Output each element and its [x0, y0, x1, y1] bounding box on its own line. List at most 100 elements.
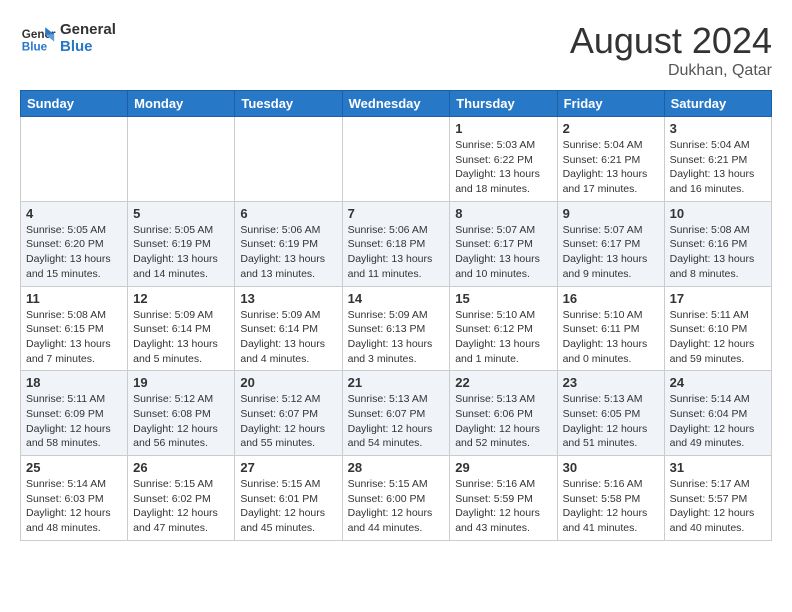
- day-number: 7: [348, 206, 445, 221]
- day-info: Sunrise: 5:15 AM Sunset: 6:00 PM Dayligh…: [348, 477, 445, 536]
- calendar-cell: 12 Sunrise: 5:09 AM Sunset: 6:14 PM Dayli…: [128, 286, 235, 371]
- calendar-cell: 20Sunrise: 5:12 AM Sunset: 6:07 PM Dayli…: [235, 371, 342, 456]
- weekday-header-row: SundayMondayTuesdayWednesdayThursdayFrid…: [21, 91, 772, 117]
- calendar-cell: [342, 117, 450, 202]
- calendar-cell: 15 Sunrise: 5:10 AM Sunset: 6:12 PM Dayli…: [450, 286, 557, 371]
- day-info: Sunrise: 5:09 AM Sunset: 6:14 PM Dayligh…: [133, 308, 229, 367]
- week-row-5: 25Sunrise: 5:14 AM Sunset: 6:03 PM Dayli…: [21, 456, 772, 541]
- calendar-cell: 22 Sunrise: 5:13 AM Sunset: 6:06 PM Dayli…: [450, 371, 557, 456]
- week-row-1: 1 Sunrise: 5:03 AM Sunset: 6:22 PM Daylig…: [21, 117, 772, 202]
- day-info: Sunrise: 5:15 AM Sunset: 6:01 PM Dayligh…: [240, 477, 336, 536]
- calendar-cell: [128, 117, 235, 202]
- day-info: Sunrise: 5:10 AM Sunset: 6:11 PM Dayligh…: [563, 308, 659, 367]
- calendar-cell: 14 Sunrise: 5:09 AM Sunset: 6:13 PM Dayli…: [342, 286, 450, 371]
- calendar-cell: 28Sunrise: 5:15 AM Sunset: 6:00 PM Dayli…: [342, 456, 450, 541]
- weekday-header-sunday: Sunday: [21, 91, 128, 117]
- day-info: Sunrise: 5:13 AM Sunset: 6:05 PM Dayligh…: [563, 392, 659, 451]
- day-number: 20: [240, 375, 336, 390]
- logo-icon: General Blue: [20, 20, 56, 56]
- day-number: 6: [240, 206, 336, 221]
- calendar-cell: 1 Sunrise: 5:03 AM Sunset: 6:22 PM Daylig…: [450, 117, 557, 202]
- day-info: Sunrise: 5:06 AM Sunset: 6:19 PM Dayligh…: [240, 223, 336, 282]
- day-number: 21: [348, 375, 445, 390]
- calendar-cell: 6 Sunrise: 5:06 AM Sunset: 6:19 PM Daylig…: [235, 201, 342, 286]
- day-info: Sunrise: 5:08 AM Sunset: 6:16 PM Dayligh…: [670, 223, 766, 282]
- day-number: 16: [563, 291, 659, 306]
- calendar-cell: 3Sunrise: 5:04 AM Sunset: 6:21 PM Daylig…: [664, 117, 771, 202]
- calendar-cell: 23 Sunrise: 5:13 AM Sunset: 6:05 PM Dayli…: [557, 371, 664, 456]
- day-info: Sunrise: 5:13 AM Sunset: 6:07 PM Dayligh…: [348, 392, 445, 451]
- day-number: 23: [563, 375, 659, 390]
- logo: General Blue General Blue: [20, 20, 116, 56]
- day-info: Sunrise: 5:12 AM Sunset: 6:08 PM Dayligh…: [133, 392, 229, 451]
- calendar-cell: 4Sunrise: 5:05 AM Sunset: 6:20 PM Daylig…: [21, 201, 128, 286]
- logo-blue: Blue: [60, 38, 116, 55]
- day-number: 13: [240, 291, 336, 306]
- weekday-header-monday: Monday: [128, 91, 235, 117]
- week-row-4: 18 Sunrise: 5:11 AM Sunset: 6:09 PM Dayli…: [21, 371, 772, 456]
- day-number: 12: [133, 291, 229, 306]
- day-info: Sunrise: 5:04 AM Sunset: 6:21 PM Dayligh…: [563, 138, 659, 197]
- week-row-3: 11Sunrise: 5:08 AM Sunset: 6:15 PM Dayli…: [21, 286, 772, 371]
- day-number: 1: [455, 121, 551, 136]
- day-info: Sunrise: 5:07 AM Sunset: 6:17 PM Dayligh…: [563, 223, 659, 282]
- calendar-cell: 13Sunrise: 5:09 AM Sunset: 6:14 PM Dayli…: [235, 286, 342, 371]
- day-info: Sunrise: 5:16 AM Sunset: 5:59 PM Dayligh…: [455, 477, 551, 536]
- calendar-cell: 17Sunrise: 5:11 AM Sunset: 6:10 PM Dayli…: [664, 286, 771, 371]
- calendar-cell: 31 Sunrise: 5:17 AM Sunset: 5:57 PM Dayli…: [664, 456, 771, 541]
- day-number: 4: [26, 206, 122, 221]
- day-info: Sunrise: 5:04 AM Sunset: 6:21 PM Dayligh…: [670, 138, 766, 197]
- day-info: Sunrise: 5:17 AM Sunset: 5:57 PM Dayligh…: [670, 477, 766, 536]
- calendar-cell: 21 Sunrise: 5:13 AM Sunset: 6:07 PM Dayli…: [342, 371, 450, 456]
- day-number: 14: [348, 291, 445, 306]
- calendar-cell: 30Sunrise: 5:16 AM Sunset: 5:58 PM Dayli…: [557, 456, 664, 541]
- day-info: Sunrise: 5:03 AM Sunset: 6:22 PM Dayligh…: [455, 138, 551, 197]
- day-info: Sunrise: 5:13 AM Sunset: 6:06 PM Dayligh…: [455, 392, 551, 451]
- day-info: Sunrise: 5:07 AM Sunset: 6:17 PM Dayligh…: [455, 223, 551, 282]
- page-header: General Blue General Blue August 2024 Du…: [20, 20, 772, 80]
- day-number: 18: [26, 375, 122, 390]
- day-number: 5: [133, 206, 229, 221]
- month-title: August 2024: [570, 20, 772, 62]
- day-info: Sunrise: 5:14 AM Sunset: 6:04 PM Dayligh…: [670, 392, 766, 451]
- day-info: Sunrise: 5:10 AM Sunset: 6:12 PM Dayligh…: [455, 308, 551, 367]
- calendar-cell: 24 Sunrise: 5:14 AM Sunset: 6:04 PM Dayli…: [664, 371, 771, 456]
- svg-text:Blue: Blue: [22, 41, 48, 54]
- calendar-cell: 27 Sunrise: 5:15 AM Sunset: 6:01 PM Dayli…: [235, 456, 342, 541]
- day-number: 26: [133, 460, 229, 475]
- calendar-cell: 10 Sunrise: 5:08 AM Sunset: 6:16 PM Dayli…: [664, 201, 771, 286]
- day-number: 31: [670, 460, 766, 475]
- calendar-cell: 25Sunrise: 5:14 AM Sunset: 6:03 PM Dayli…: [21, 456, 128, 541]
- day-number: 8: [455, 206, 551, 221]
- calendar-body: 1 Sunrise: 5:03 AM Sunset: 6:22 PM Daylig…: [21, 117, 772, 541]
- day-number: 30: [563, 460, 659, 475]
- calendar-cell: 11Sunrise: 5:08 AM Sunset: 6:15 PM Dayli…: [21, 286, 128, 371]
- day-info: Sunrise: 5:14 AM Sunset: 6:03 PM Dayligh…: [26, 477, 122, 536]
- day-number: 15: [455, 291, 551, 306]
- calendar-cell: 18 Sunrise: 5:11 AM Sunset: 6:09 PM Dayli…: [21, 371, 128, 456]
- weekday-header-saturday: Saturday: [664, 91, 771, 117]
- day-info: Sunrise: 5:08 AM Sunset: 6:15 PM Dayligh…: [26, 308, 122, 367]
- day-info: Sunrise: 5:15 AM Sunset: 6:02 PM Dayligh…: [133, 477, 229, 536]
- weekday-header-wednesday: Wednesday: [342, 91, 450, 117]
- calendar-cell: 7Sunrise: 5:06 AM Sunset: 6:18 PM Daylig…: [342, 201, 450, 286]
- day-number: 10: [670, 206, 766, 221]
- day-info: Sunrise: 5:11 AM Sunset: 6:09 PM Dayligh…: [26, 392, 122, 451]
- day-number: 27: [240, 460, 336, 475]
- location-title: Dukhan, Qatar: [570, 62, 772, 80]
- calendar-cell: [21, 117, 128, 202]
- calendar-cell: [235, 117, 342, 202]
- day-number: 2: [563, 121, 659, 136]
- logo-general: General: [60, 21, 116, 38]
- day-info: Sunrise: 5:11 AM Sunset: 6:10 PM Dayligh…: [670, 308, 766, 367]
- calendar-cell: 8 Sunrise: 5:07 AM Sunset: 6:17 PM Daylig…: [450, 201, 557, 286]
- day-info: Sunrise: 5:05 AM Sunset: 6:19 PM Dayligh…: [133, 223, 229, 282]
- weekday-header-friday: Friday: [557, 91, 664, 117]
- day-info: Sunrise: 5:09 AM Sunset: 6:13 PM Dayligh…: [348, 308, 445, 367]
- day-number: 22: [455, 375, 551, 390]
- calendar-table: SundayMondayTuesdayWednesdayThursdayFrid…: [20, 90, 772, 541]
- day-number: 24: [670, 375, 766, 390]
- weekday-header-thursday: Thursday: [450, 91, 557, 117]
- day-number: 9: [563, 206, 659, 221]
- calendar-cell: 2 Sunrise: 5:04 AM Sunset: 6:21 PM Daylig…: [557, 117, 664, 202]
